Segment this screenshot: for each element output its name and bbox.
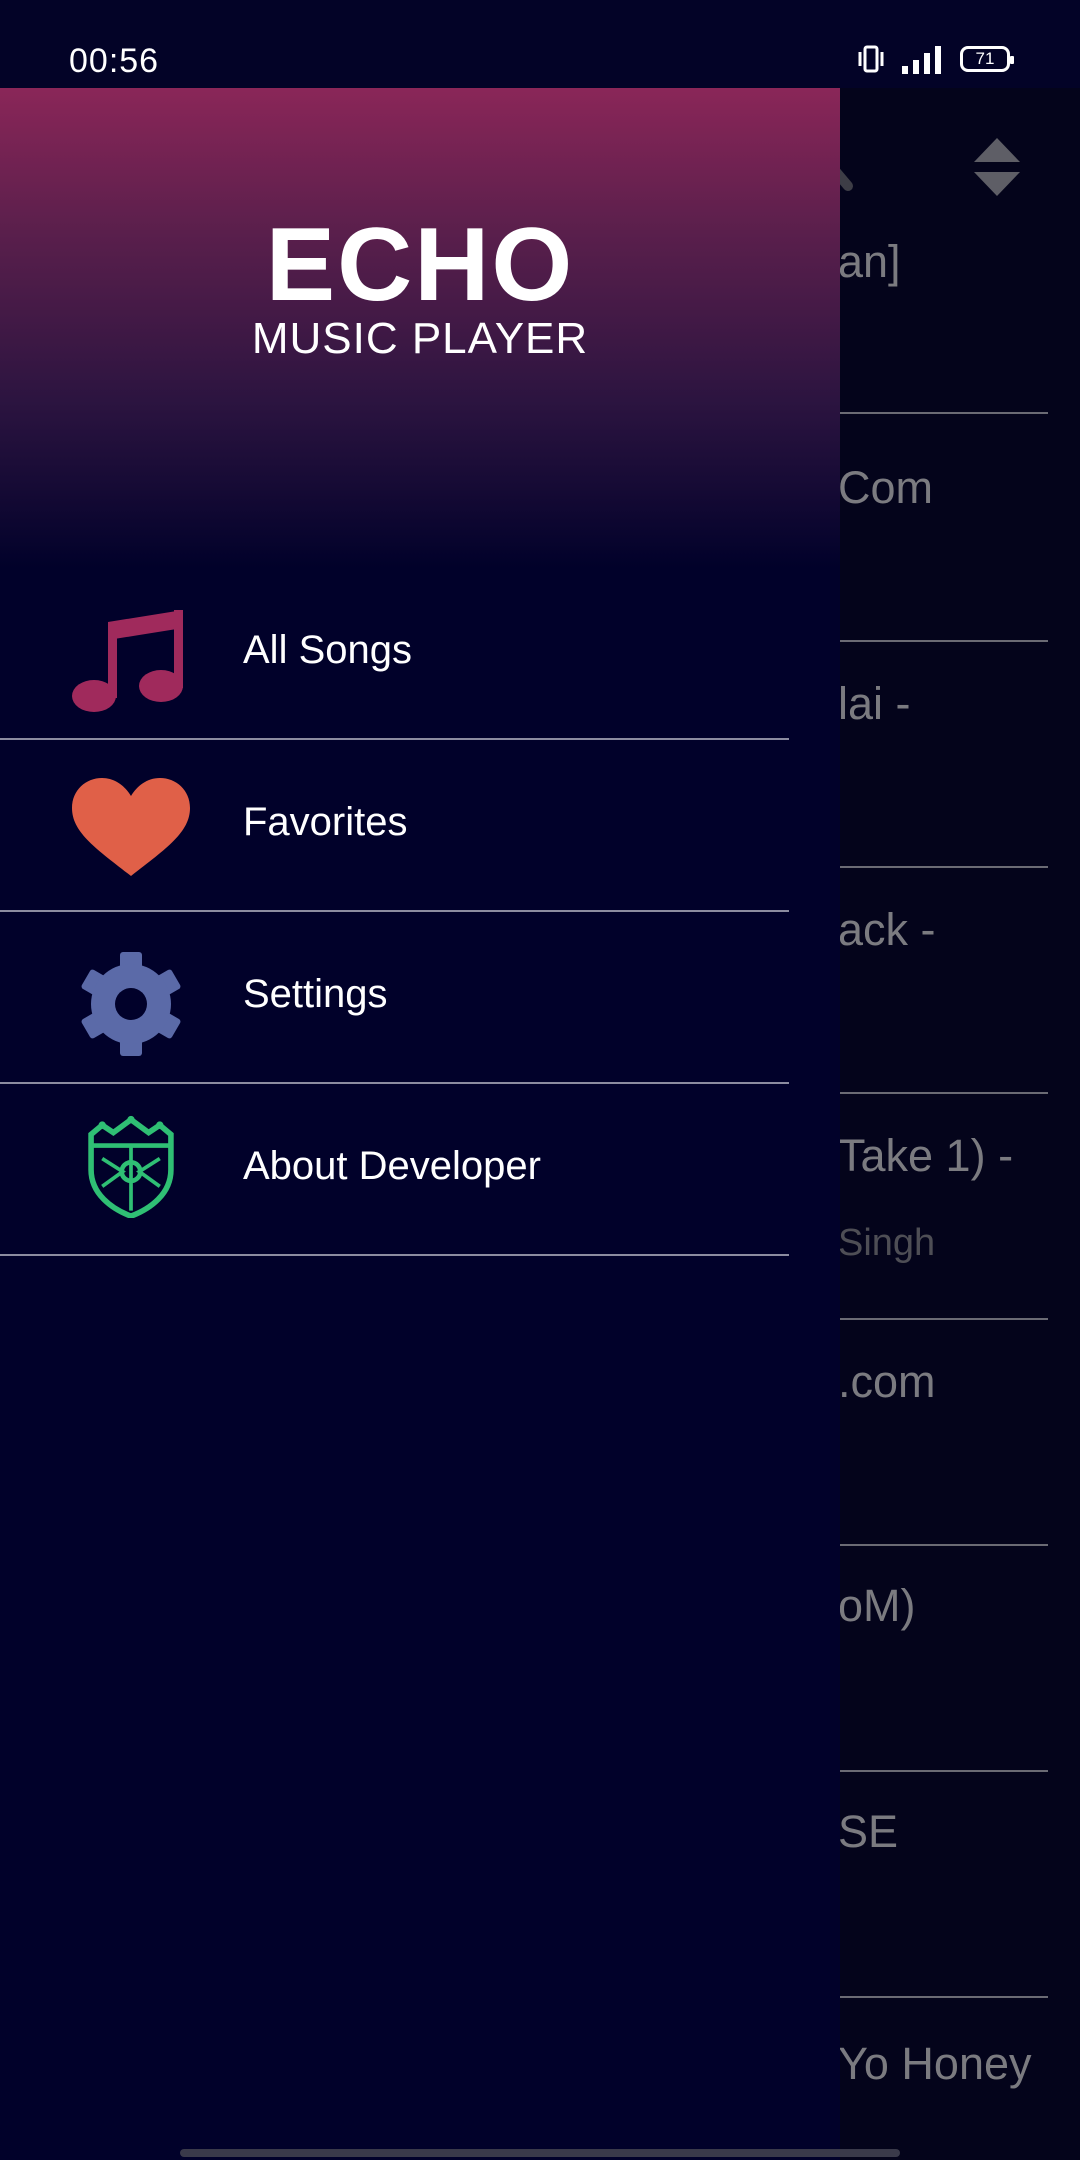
menu-item-all-songs[interactable]: All Songs <box>0 568 789 740</box>
list-item[interactable]: lai - <box>838 642 1048 868</box>
gear-icon <box>81 952 181 1056</box>
battery-icon: 71 <box>960 46 1014 72</box>
list-item[interactable]: oM) <box>838 1546 1048 1772</box>
song-title: SE <box>838 1806 899 1857</box>
list-item[interactable]: .com <box>838 1320 1048 1546</box>
navigation-handle[interactable] <box>180 2149 900 2157</box>
status-bar: 00:56 71 <box>0 0 1080 88</box>
status-time: 00:56 <box>69 42 160 80</box>
app-screen: 00:56 71 an] Com lai - ack - Take 1) - S… <box>0 0 1080 2160</box>
navigation-drawer: ECHO MUSIC PLAYER All Songs Favorites Se… <box>0 88 840 2160</box>
signal-icon <box>902 46 941 74</box>
song-title: Com <box>838 462 934 513</box>
song-title: .com <box>838 1356 936 1407</box>
menu-item-label: Favorites <box>243 800 408 844</box>
song-title: Yo Honey <box>838 2038 1032 2089</box>
menu-item-settings[interactable]: Settings <box>0 912 789 1084</box>
menu-item-about-developer[interactable]: About Developer <box>0 1084 789 1256</box>
list-item[interactable]: ack - <box>838 868 1048 1094</box>
menu-item-label: All Songs <box>243 628 412 672</box>
menu-item-label: About Developer <box>243 1144 541 1188</box>
list-item[interactable]: an] <box>838 188 1048 414</box>
status-icons: 71 <box>856 44 1014 74</box>
list-item[interactable]: Com <box>838 416 1048 642</box>
music-note-icon <box>72 610 183 712</box>
battery-level: 71 <box>975 49 995 68</box>
song-title: an] <box>838 236 901 287</box>
song-title: lai - <box>838 678 911 729</box>
vibrate-icon <box>858 45 884 73</box>
song-artist: Singh <box>838 1222 936 1264</box>
heart-icon <box>72 778 190 876</box>
song-title: oM) <box>838 1580 916 1631</box>
list-item[interactable]: SE <box>838 1772 1048 1998</box>
app-logo-subtitle: MUSIC PLAYER <box>251 314 589 363</box>
app-logo-title: ECHO <box>265 207 575 323</box>
menu-item-favorites[interactable]: Favorites <box>0 740 789 912</box>
drawer-header: ECHO MUSIC PLAYER <box>0 88 840 568</box>
song-title: ack - <box>838 904 936 955</box>
list-item[interactable]: Yo Honey <box>838 1998 1048 2160</box>
menu-item-label: Settings <box>243 972 388 1016</box>
song-title: Take 1) - <box>838 1130 1014 1181</box>
list-item[interactable]: Take 1) - Singh <box>838 1094 1048 1320</box>
crest-icon <box>88 1115 174 1218</box>
